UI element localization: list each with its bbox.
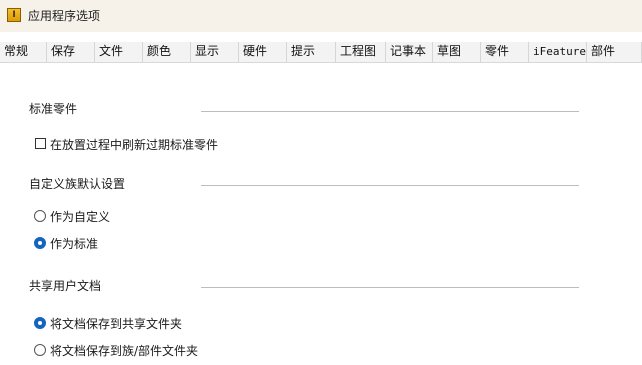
as-standard-label[interactable]: 作为标准: [50, 235, 98, 252]
tab-sketch[interactable]: 草图: [433, 42, 481, 62]
tab-save[interactable]: 保存: [47, 42, 95, 62]
options-panel: 标准零件 在放置过程中刷新过期标准零件 自定义族默认设置 作为自定义 作为标准 …: [0, 63, 642, 365]
tab-hardware[interactable]: 硬件: [239, 42, 287, 62]
section-title-shared-docs: 共享用户文档: [29, 279, 102, 293]
section-divider: [201, 287, 579, 288]
title-bar: I 应用程序选项: [0, 0, 642, 32]
window-title: 应用程序选项: [28, 9, 101, 23]
save-to-family-folder-label[interactable]: 将文档保存到族/部件文件夹: [50, 342, 198, 359]
tab-bar: 常规 保存 文件 颜色 显示 硬件 提示 工程图 记事本 草图 零件 iFeat…: [0, 42, 642, 63]
as-custom-radio[interactable]: [34, 210, 46, 222]
refresh-standard-parts-checkbox[interactable]: [35, 138, 46, 149]
tab-notebook[interactable]: 记事本: [386, 42, 433, 62]
tab-general[interactable]: 常规: [0, 42, 47, 62]
save-to-shared-folder-label[interactable]: 将文档保存到共享文件夹: [50, 315, 182, 332]
refresh-standard-parts-label[interactable]: 在放置过程中刷新过期标准零件: [50, 136, 218, 153]
tab-prompts[interactable]: 提示: [287, 42, 336, 62]
app-icon: I: [7, 8, 21, 22]
as-standard-radio[interactable]: [34, 237, 46, 249]
tab-part[interactable]: 零件: [481, 42, 529, 62]
as-custom-label[interactable]: 作为自定义: [50, 208, 110, 225]
section-divider: [201, 185, 579, 186]
tab-display[interactable]: 显示: [191, 42, 239, 62]
save-to-shared-folder-radio[interactable]: [34, 317, 46, 329]
tab-colors[interactable]: 颜色: [143, 42, 191, 62]
tab-assembly[interactable]: 部件: [587, 42, 642, 62]
tab-drawing[interactable]: 工程图: [336, 42, 386, 62]
tab-file[interactable]: 文件: [95, 42, 143, 62]
save-to-family-folder-radio[interactable]: [34, 344, 46, 356]
tab-ifeature[interactable]: iFeature: [529, 42, 587, 62]
section-divider: [201, 111, 579, 112]
section-title-standard-parts: 标准零件: [29, 102, 78, 116]
section-title-family-default: 自定义族默认设置: [29, 177, 126, 191]
